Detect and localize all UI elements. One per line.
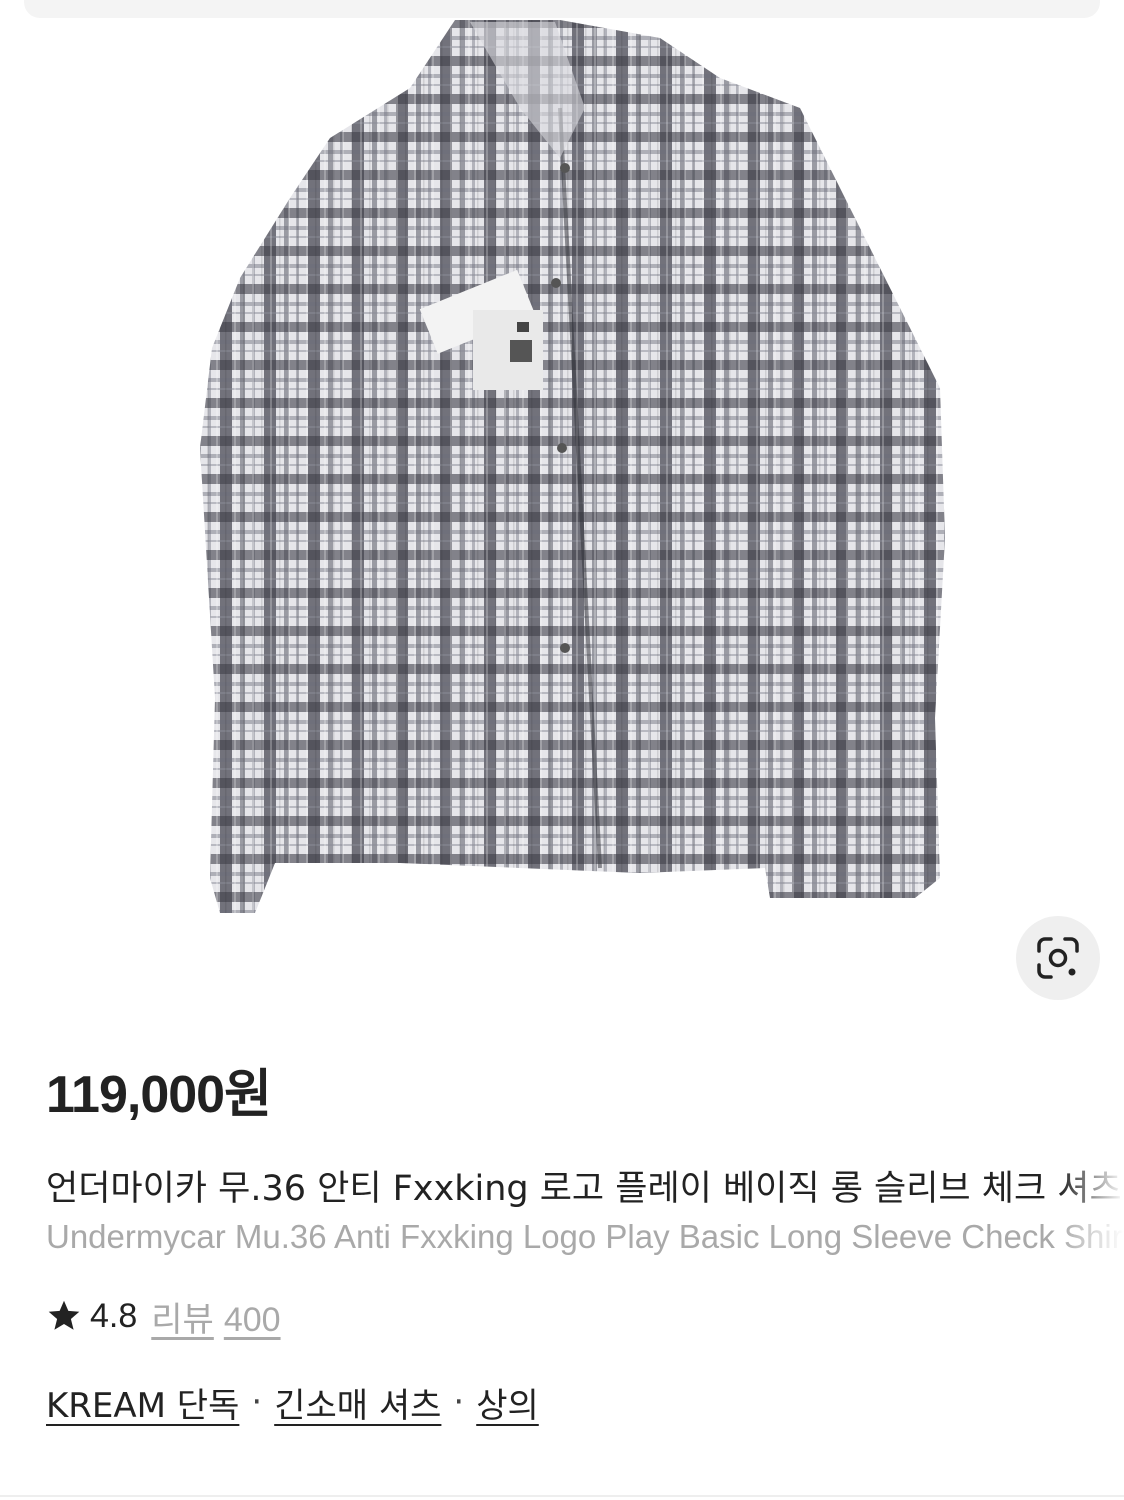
- review-count-link[interactable]: 리뷰 400: [151, 1292, 280, 1341]
- product-price: 119,000원: [46, 1066, 272, 1124]
- star-icon: [48, 1300, 80, 1330]
- breadcrumb-separator: ·: [251, 1382, 263, 1422]
- product-title-english[interactable]: Undermycar Mu.36 Anti Fxxking Logo Play …: [46, 1218, 1124, 1256]
- breadcrumb-long-sleeve-shirts[interactable]: 긴소매 셔츠: [274, 1378, 441, 1427]
- image-search-button[interactable]: [1016, 916, 1100, 1000]
- category-breadcrumb: KREAM 단독 · 긴소매 셔츠 · 상의: [46, 1378, 539, 1426]
- product-image[interactable]: [0, 18, 1124, 1018]
- product-title-korean[interactable]: 언더마이카 무.36 안티 Fxxking 로고 플레이 베이직 롱 슬리브 체…: [46, 1160, 1124, 1211]
- top-search-bar[interactable]: [24, 0, 1100, 18]
- breadcrumb-kream-exclusive[interactable]: KREAM 단독: [46, 1378, 239, 1427]
- review-count: 400: [223, 1300, 281, 1339]
- rating-row: 4.8 리뷰 400: [46, 1292, 281, 1341]
- review-label: 리뷰: [151, 1300, 214, 1339]
- rating-value: 4.8: [90, 1296, 138, 1335]
- divider: [0, 1495, 1124, 1497]
- image-search-icon: [1037, 937, 1079, 979]
- breadcrumb-separator: ·: [453, 1382, 465, 1422]
- breadcrumb-tops[interactable]: 상의: [476, 1378, 539, 1427]
